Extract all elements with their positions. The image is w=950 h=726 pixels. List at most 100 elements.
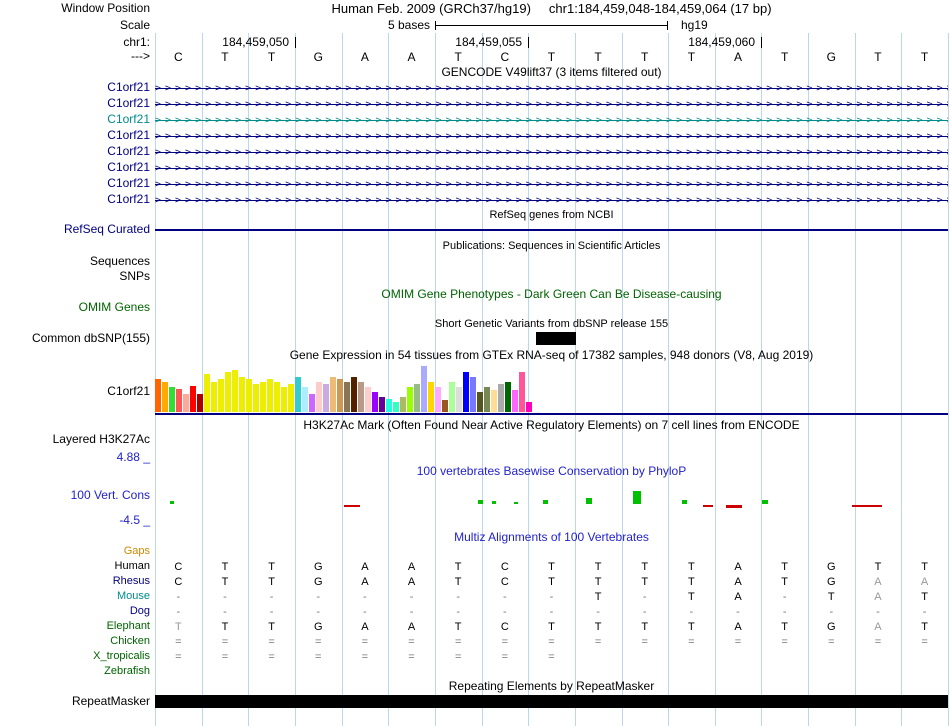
gtex-expression-bar[interactable] — [309, 394, 315, 412]
gencode-gene-line[interactable]: >>>>>>>>>>>>>>>>>>>>>>>>>>>>>>>>>>>>>>>>… — [155, 192, 948, 208]
gtex-expression-bar[interactable] — [386, 399, 392, 412]
multiz-label-dog[interactable]: Dog — [0, 605, 150, 618]
gtex-expression-bar[interactable] — [407, 387, 413, 412]
gtex-expression-bar[interactable] — [477, 392, 483, 412]
repeatmasker-element-bar[interactable] — [155, 695, 948, 708]
gtex-expression-bar[interactable] — [169, 387, 175, 412]
multiz-label-human[interactable]: Human — [0, 560, 150, 573]
gtex-expression-bar[interactable] — [379, 397, 385, 412]
gtex-expression-bar[interactable] — [372, 392, 378, 412]
multiz-base: T — [641, 561, 649, 573]
gencode-gene-label[interactable]: C1orf21 — [0, 193, 150, 206]
multiz-base: - — [502, 606, 507, 618]
gtex-expression-bar[interactable] — [358, 382, 364, 412]
gtex-expression-bar[interactable] — [267, 379, 273, 412]
gtex-expression-bar[interactable] — [197, 394, 203, 412]
gtex-expression-bar[interactable] — [239, 377, 245, 412]
gtex-gene-label[interactable]: C1orf21 — [0, 385, 150, 398]
gtex-expression-bar[interactable] — [526, 402, 532, 412]
gencode-gene-line[interactable]: >>>>>>>>>>>>>>>>>>>>>>>>>>>>>>>>>>>>>>>>… — [155, 128, 948, 144]
gtex-expression-bar[interactable] — [456, 387, 462, 412]
gtex-expression-bar[interactable] — [218, 379, 224, 412]
gencode-gene-label[interactable]: C1orf21 — [0, 81, 150, 94]
gencode-gene-line[interactable]: >>>>>>>>>>>>>>>>>>>>>>>>>>>>>>>>>>>>>>>>… — [155, 160, 948, 176]
multiz-base: - — [689, 606, 694, 618]
multiz-label-elephant[interactable]: Elephant — [0, 620, 150, 633]
gtex-expression-bar[interactable] — [512, 390, 518, 412]
gtex-expression-bar[interactable] — [442, 400, 448, 412]
gtex-expression-bar[interactable] — [470, 377, 476, 412]
gencode-gene-label[interactable]: C1orf21 — [0, 145, 150, 158]
omim-genes-label[interactable]: OMIM Genes — [0, 301, 150, 314]
gtex-expression-bar[interactable] — [505, 382, 511, 412]
gtex-expression-bar[interactable] — [323, 384, 329, 412]
gencode-gene-label[interactable]: C1orf21 — [0, 177, 150, 190]
gtex-expression-bar[interactable] — [484, 387, 490, 412]
gtex-expression-bar[interactable] — [288, 384, 294, 412]
base-letter: G — [826, 50, 836, 64]
multiz-label-x_tropicalis[interactable]: X_tropicalis — [0, 650, 150, 663]
gencode-gene-line[interactable]: >>>>>>>>>>>>>>>>>>>>>>>>>>>>>>>>>>>>>>>>… — [155, 112, 948, 128]
gtex-expression-bar[interactable] — [421, 366, 427, 412]
gencode-gene-label[interactable]: C1orf21 — [0, 97, 150, 110]
gtex-expression-bar[interactable] — [491, 390, 497, 412]
gtex-expression-bar[interactable] — [260, 382, 266, 412]
repeatmasker-label[interactable]: RepeatMasker — [0, 695, 150, 708]
gtex-expression-bar[interactable] — [428, 382, 434, 412]
gtex-expression-bar[interactable] — [351, 377, 357, 412]
gtex-expression-bar[interactable] — [393, 402, 399, 412]
multiz-base: - — [736, 606, 740, 618]
multiz-label-gaps[interactable]: Gaps — [0, 545, 150, 558]
gencode-gene-label[interactable]: C1orf21 — [0, 113, 150, 126]
layered-h3k27ac-label[interactable]: Layered H3K27Ac — [0, 433, 150, 446]
snps-track-label[interactable]: SNPs — [0, 270, 150, 283]
gtex-expression-bar[interactable] — [253, 384, 259, 412]
gtex-expression-bar[interactable] — [449, 382, 455, 412]
gtex-expression-bar[interactable] — [183, 394, 189, 412]
gencode-gene-line[interactable]: >>>>>>>>>>>>>>>>>>>>>>>>>>>>>>>>>>>>>>>>… — [155, 144, 948, 160]
gtex-expression-bar[interactable] — [225, 372, 231, 412]
gtex-expression-bar[interactable] — [155, 379, 161, 412]
gencode-gene-line[interactable]: >>>>>>>>>>>>>>>>>>>>>>>>>>>>>>>>>>>>>>>>… — [155, 96, 948, 112]
gtex-expression-bar[interactable] — [232, 370, 238, 412]
gencode-gene-label[interactable]: C1orf21 — [0, 129, 150, 142]
common-dbsnp-label[interactable]: Common dbSNP(155) — [0, 332, 150, 345]
multiz-alignment-row: = = = = = = = = = — [155, 650, 948, 664]
gencode-gene-label[interactable]: C1orf21 — [0, 161, 150, 174]
gtex-expression-bar[interactable] — [337, 379, 343, 412]
multiz-label-rhesus[interactable]: Rhesus — [0, 575, 150, 588]
sequences-track-label[interactable]: Sequences — [0, 255, 150, 268]
gtex-expression-bar[interactable] — [344, 382, 350, 412]
gencode-gene-line[interactable]: >>>>>>>>>>>>>>>>>>>>>>>>>>>>>>>>>>>>>>>>… — [155, 176, 948, 192]
gtex-expression-bar[interactable] — [204, 374, 210, 412]
gtex-expression-bar[interactable] — [176, 389, 182, 412]
refseq-curated-label[interactable]: RefSeq Curated — [0, 223, 150, 236]
gtex-expression-bar[interactable] — [498, 384, 504, 412]
multiz-base: - — [782, 591, 787, 603]
multiz-label-chicken[interactable]: Chicken — [0, 635, 150, 648]
refseq-gene-line[interactable] — [155, 229, 948, 231]
multiz-label-mouse[interactable]: Mouse — [0, 590, 150, 603]
gtex-expression-bar[interactable] — [190, 386, 196, 412]
multiz-label-zebrafish[interactable]: Zebrafish — [0, 665, 150, 678]
gtex-expression-bar[interactable] — [295, 377, 301, 412]
gtex-expression-bar[interactable] — [330, 377, 336, 412]
gtex-expression-bar[interactable] — [519, 372, 525, 412]
gtex-expression-bar[interactable] — [302, 387, 308, 412]
gtex-expression-bar[interactable] — [400, 397, 406, 412]
gtex-expression-bar[interactable] — [162, 382, 168, 412]
dbsnp-variant-box[interactable] — [536, 332, 576, 345]
phylop-track-label[interactable]: 100 Vert. Cons — [0, 489, 150, 502]
gtex-expression-bar[interactable] — [246, 379, 252, 412]
gtex-expression-bar[interactable] — [463, 372, 469, 412]
gtex-expression-bar[interactable] — [435, 387, 441, 412]
multiz-base — [621, 545, 668, 559]
gtex-expression-bar[interactable] — [316, 382, 322, 412]
gtex-expression-bar[interactable] — [281, 387, 287, 412]
gtex-expression-bar[interactable] — [365, 387, 371, 412]
gtex-expression-bar[interactable] — [414, 384, 420, 412]
gtex-expression-bar[interactable] — [274, 382, 280, 412]
gencode-gene-line[interactable]: >>>>>>>>>>>>>>>>>>>>>>>>>>>>>>>>>>>>>>>>… — [155, 80, 948, 96]
multiz-alignment-row: = = = = = = = = = = = = = = = = = — [155, 635, 948, 649]
gtex-expression-bar[interactable] — [211, 382, 217, 412]
